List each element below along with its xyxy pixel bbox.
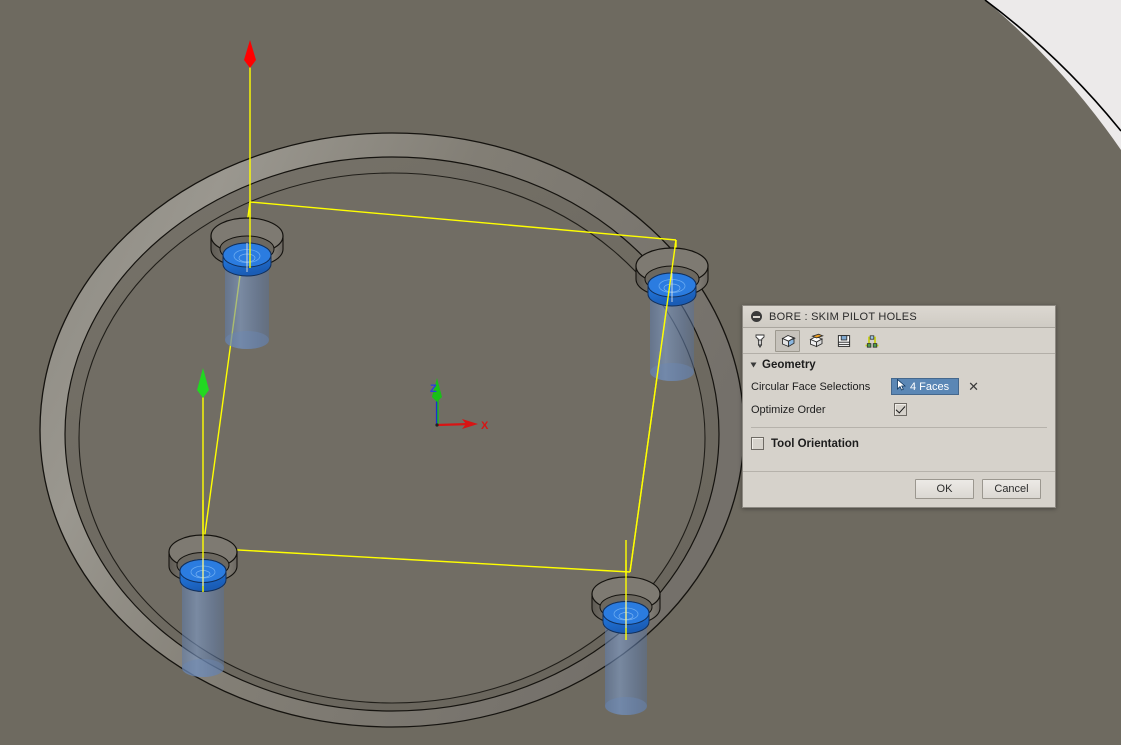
dialog-title: BORE : SKIM PILOT HOLES [769,310,917,323]
axis-label-x: X [481,420,489,432]
chevron-down-icon [750,362,757,368]
optimize-order-checkbox[interactable] [894,403,907,416]
circular-face-selections-value: 4 Faces [910,380,950,393]
dialog-titlebar[interactable]: BORE : SKIM PILOT HOLES [743,306,1055,328]
optimize-order-row: Optimize Order [743,398,1055,421]
heights-cube-icon [808,333,824,347]
cancel-button[interactable]: Cancel [982,479,1041,499]
bore-operation-dialog[interactable]: BORE : SKIM PILOT HOLES Geometry Circula… [742,305,1056,508]
axis-label-z: Z [430,383,437,395]
tool-orientation-label: Tool Orientation [771,437,859,450]
geometry-section-label: Geometry [762,359,816,371]
tool-orientation-row[interactable]: Tool Orientation [743,428,1055,459]
tab-geometry[interactable] [775,329,800,352]
dialog-footer: OK Cancel [743,471,1055,507]
optimize-order-label: Optimize Order [751,403,826,416]
dialog-body: Geometry Circular Face Selections 4 Face… [743,354,1055,507]
circular-face-selections-row: Circular Face Selections 4 Faces ✕ [743,375,1055,398]
tab-tool[interactable] [747,330,772,352]
end-mill-tool-icon [755,334,764,348]
ok-button[interactable]: OK [915,479,974,499]
circular-face-selections-label: Circular Face Selections [751,380,871,393]
linking-icon [865,334,878,348]
tab-passes[interactable] [831,330,856,352]
selection-cursor-icon [897,378,907,394]
tab-linking[interactable] [859,330,884,352]
geometry-section-header[interactable]: Geometry [743,354,1055,375]
clear-selection-button[interactable]: ✕ [968,380,979,393]
passes-icon [837,334,850,347]
tab-heights[interactable] [803,330,828,352]
cam-application-window: Z X BORE : SKIM PILOT HOLES Geometry Cir… [0,0,1121,745]
tool-orientation-checkbox[interactable] [751,437,764,450]
minus-circle-icon[interactable] [751,311,762,322]
geometry-cube-icon [780,334,796,347]
circular-face-selections-field[interactable]: 4 Faces [891,378,960,395]
dialog-tab-toolbar[interactable] [743,328,1055,354]
